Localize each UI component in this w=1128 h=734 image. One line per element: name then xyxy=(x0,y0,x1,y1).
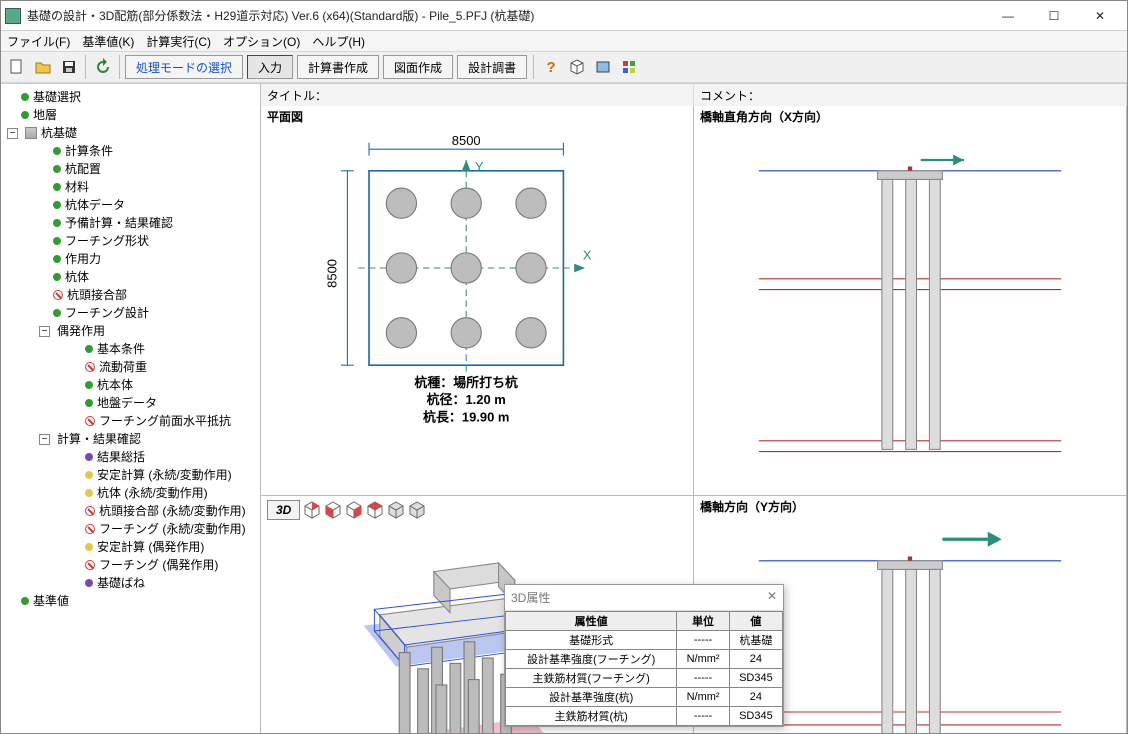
three-d-toolbar: 3D xyxy=(267,500,426,520)
pane-title-x: 橋軸直角方向（X方向） xyxy=(700,108,828,125)
toolbar-separator xyxy=(85,55,87,79)
tree-item[interactable]: 材料 xyxy=(53,178,258,196)
plan-view-svg: 8500 8500 Y xyxy=(261,106,693,495)
table-row: 基礎形式-----杭基礎 xyxy=(506,631,783,650)
minimize-button[interactable]: — xyxy=(985,2,1031,30)
svg-text:8500: 8500 xyxy=(452,133,481,148)
tree-item-calc-results[interactable]: −計算・結果確認 xyxy=(53,430,258,448)
comment-label: コメント： xyxy=(694,84,1127,107)
tiles-icon[interactable] xyxy=(617,55,641,79)
open-icon[interactable] xyxy=(31,55,55,79)
table-row: 主鉄筋材質(杭)-----SD345 xyxy=(506,707,783,726)
table-row: 設計基準強度(フーチング)N/mm²24 xyxy=(506,650,783,669)
svg-text:8500: 8500 xyxy=(325,259,340,288)
tree-item-foundation-select[interactable]: 基礎選択 xyxy=(21,88,258,106)
tree-item[interactable]: フーチング設計 xyxy=(53,304,258,322)
table-row: 主鉄筋材質(フーチング)-----SD345 xyxy=(506,669,783,688)
three-d-button[interactable]: 3D xyxy=(267,500,300,520)
cube-icon[interactable] xyxy=(565,55,589,79)
tree-item[interactable]: 杭体データ xyxy=(53,196,258,214)
tree-item[interactable]: 基礎ばね xyxy=(85,574,258,592)
view-cube-icon[interactable] xyxy=(303,501,321,519)
tree-item[interactable]: 基本条件 xyxy=(85,340,258,358)
popup-close-icon[interactable]: ✕ xyxy=(767,589,777,606)
svg-text:杭種：場所打ち杭: 杭種：場所打ち杭 xyxy=(414,375,518,390)
view-cube-icon[interactable] xyxy=(366,501,384,519)
col-unit: 単位 xyxy=(677,612,729,631)
three-d-properties-table: 属性値 単位 値 基礎形式-----杭基礎 設計基準強度(フーチング)N/mm²… xyxy=(505,611,783,726)
title-bar: 基礎の設計・3D配筋(部分係数法・H29道示対応) Ver.6 (x64)(St… xyxy=(1,1,1127,31)
labels-row: タイトル： コメント： xyxy=(261,84,1127,106)
x-direction-pane[interactable]: 橋軸直角方向（X方向） xyxy=(694,106,1127,496)
tree-item-standards[interactable]: 基準値 xyxy=(21,592,258,610)
tree-item[interactable]: 杭体 (永続/変動作用) xyxy=(85,484,258,502)
mode-survey-button[interactable]: 設計調書 xyxy=(457,55,527,79)
menu-help[interactable]: ヘルプ(H) xyxy=(312,33,365,50)
menu-calc[interactable]: 計算実行(C) xyxy=(146,33,211,50)
window-title: 基礎の設計・3D配筋(部分係数法・H29道示対応) Ver.6 (x64)(St… xyxy=(27,7,985,24)
view-cube-icon[interactable] xyxy=(345,501,363,519)
col-val: 値 xyxy=(729,612,782,631)
tree-item[interactable]: 結果総括 xyxy=(85,448,258,466)
tree-item[interactable]: 安定計算 (永続/変動作用) xyxy=(85,466,258,484)
main-window: 基礎の設計・3D配筋(部分係数法・H29道示対応) Ver.6 (x64)(St… xyxy=(0,0,1128,734)
tree-item[interactable]: 流動荷重 xyxy=(85,358,258,376)
tree-item[interactable]: フーチング前面水平抵抗 xyxy=(85,412,258,430)
save-icon[interactable] xyxy=(57,55,81,79)
close-button[interactable]: ✕ xyxy=(1077,2,1123,30)
maximize-button[interactable]: ☐ xyxy=(1031,2,1077,30)
view-cube-icon[interactable] xyxy=(324,501,342,519)
tree-item[interactable]: フーチング形状 xyxy=(53,232,258,250)
three-d-properties-popup[interactable]: 3D属性 ✕ 属性値 単位 値 基礎形式-----杭基礎 設計基準強度(フーチン… xyxy=(504,584,784,727)
col-attr: 属性値 xyxy=(506,612,677,631)
tree-item[interactable]: 計算条件 xyxy=(53,142,258,160)
tree-item-pile-foundation[interactable]: −杭基礎 xyxy=(21,124,258,142)
mode-label: 処理モードの選択 xyxy=(125,55,243,79)
view-cube-icon[interactable] xyxy=(408,501,426,519)
svg-text:杭長：19.90 m: 杭長：19.90 m xyxy=(423,409,509,424)
toolbar-separator xyxy=(533,55,535,79)
mode-input-button[interactable]: 入力 xyxy=(247,55,293,79)
view-cube-icon[interactable] xyxy=(387,501,405,519)
refresh-icon[interactable] xyxy=(91,55,115,79)
mode-draw-button[interactable]: 図面作成 xyxy=(383,55,453,79)
toolbar: 処理モードの選択 入力 計算書作成 図面作成 設計調書 ? xyxy=(1,51,1127,83)
tree-item[interactable]: フーチング (偶発作用) xyxy=(85,556,258,574)
tree-panel[interactable]: 基礎選択 地層 −杭基礎 計算条件 杭配置 材料 杭体データ 予備計算・結果確認… xyxy=(1,84,261,733)
tree-item-accidental[interactable]: −偶発作用 xyxy=(53,322,258,340)
toolbar-separator xyxy=(119,55,121,79)
tree-item[interactable]: フーチング (永続/変動作用) xyxy=(85,520,258,538)
xdir-svg xyxy=(694,106,1126,495)
popup-title: 3D属性 xyxy=(511,589,550,606)
svg-text:X: X xyxy=(583,247,592,262)
pane-title-y: 橋軸方向（Y方向） xyxy=(700,498,804,515)
menu-bar: ファイル(F) 基準値(K) 計算実行(C) オプション(O) ヘルプ(H) xyxy=(1,31,1127,51)
tree-item[interactable]: 安定計算 (偶発作用) xyxy=(85,538,258,556)
tree-item[interactable]: 杭頭接合部 xyxy=(53,286,258,304)
tree-item[interactable]: 作用力 xyxy=(53,250,258,268)
pane-title-plan: 平面図 xyxy=(267,108,303,125)
tree-item[interactable]: 杭頭接合部 (永続/変動作用) xyxy=(85,502,258,520)
mode-report-button[interactable]: 計算書作成 xyxy=(297,55,379,79)
tree-item[interactable]: 地盤データ xyxy=(85,394,258,412)
tree-item[interactable]: 杭配置 xyxy=(53,160,258,178)
help-icon[interactable]: ? xyxy=(539,55,563,79)
title-label: タイトル： xyxy=(261,84,694,107)
app-icon xyxy=(5,8,21,24)
menu-base[interactable]: 基準値(K) xyxy=(82,33,134,50)
svg-text:杭径：1.20 m: 杭径：1.20 m xyxy=(427,392,506,407)
window-icon[interactable] xyxy=(591,55,615,79)
tree-item-strata[interactable]: 地層 xyxy=(21,106,258,124)
table-row: 設計基準強度(杭)N/mm²24 xyxy=(506,688,783,707)
new-icon[interactable] xyxy=(5,55,29,79)
menu-file[interactable]: ファイル(F) xyxy=(7,33,70,50)
menu-options[interactable]: オプション(O) xyxy=(223,33,300,50)
tree-item[interactable]: 予備計算・結果確認 xyxy=(53,214,258,232)
svg-text:Y: Y xyxy=(475,159,484,174)
plan-view-pane[interactable]: 平面図 8500 8500 xyxy=(261,106,694,496)
tree-item[interactable]: 杭本体 xyxy=(85,376,258,394)
tree-item[interactable]: 杭体 xyxy=(53,268,258,286)
